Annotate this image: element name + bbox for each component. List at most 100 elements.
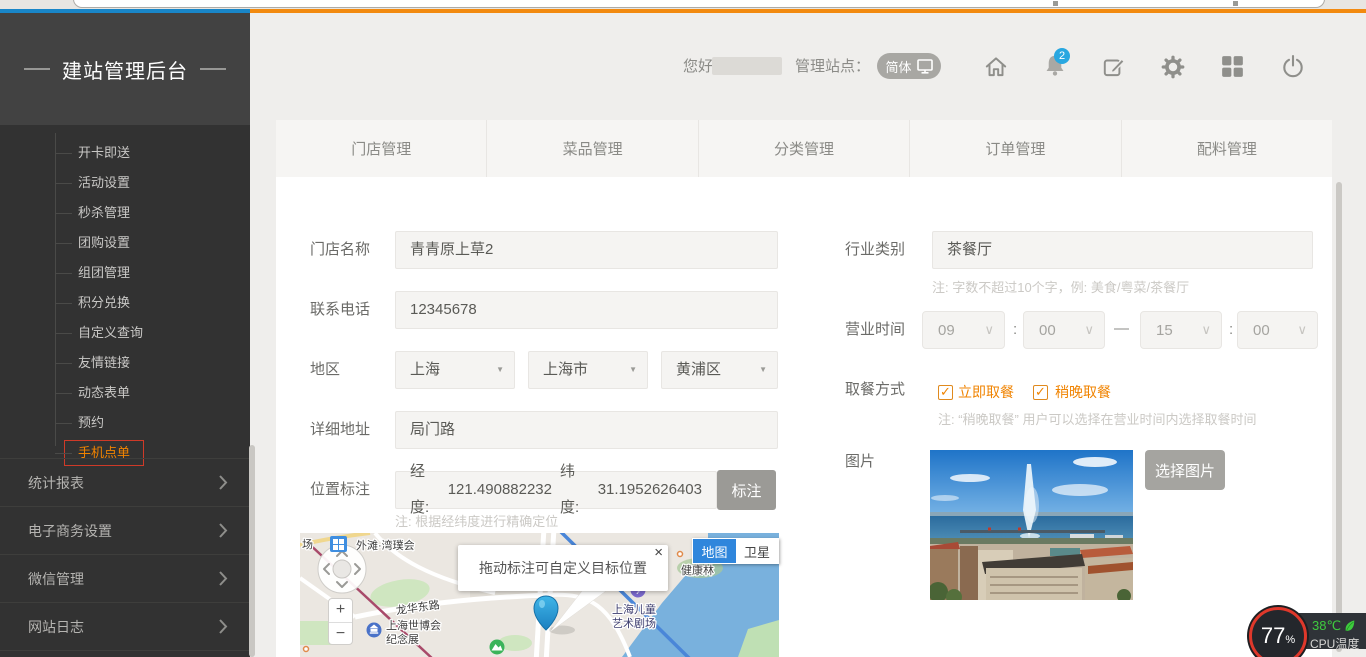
settings-gear-icon[interactable] bbox=[1160, 54, 1186, 80]
park-poi-icon bbox=[490, 640, 505, 655]
district-select[interactable]: 黄浦区▼ bbox=[661, 351, 778, 389]
language-pill-button[interactable]: 简体 bbox=[877, 53, 941, 79]
greeting-text: 您好 bbox=[683, 59, 713, 75]
location-label: 位置标注 bbox=[310, 482, 370, 498]
tab-order-management[interactable]: 订单管理 bbox=[909, 120, 1120, 177]
pickup-label: 取餐方式 bbox=[845, 382, 905, 398]
map-tooltip: 拖动标注可自定义目标位置 × bbox=[458, 545, 668, 591]
cpu-usage-gauge[interactable]: 77 % bbox=[1249, 607, 1307, 657]
map-grid-north-badge-icon bbox=[330, 536, 347, 552]
industry-label: 行业类别 bbox=[845, 242, 905, 258]
map-expo-label-2: 纪念展 bbox=[386, 632, 419, 646]
caret-down-icon: ▼ bbox=[759, 352, 767, 388]
pickup-now-checkbox[interactable]: ✓ bbox=[938, 385, 953, 400]
industry-note: 注: 字数不超过10个字，例: 美食/粤菜/茶餐厅 bbox=[932, 280, 1189, 295]
manage-site-label: 管理站点： bbox=[795, 59, 870, 75]
chevron-down-icon: ∨ bbox=[1201, 322, 1211, 338]
browser-address-bar[interactable] bbox=[73, 0, 1325, 8]
edit-icon[interactable] bbox=[1101, 54, 1127, 80]
sidebar-item-groupbuy[interactable]: 团购设置 bbox=[0, 228, 250, 258]
leaf-icon bbox=[1344, 619, 1356, 633]
apps-grid-icon[interactable] bbox=[1221, 55, 1247, 81]
sidebar-section-wechat[interactable]: 微信管理 bbox=[0, 554, 250, 602]
sidebar-section-statistics[interactable]: 统计报表 bbox=[0, 458, 250, 506]
choose-image-button[interactable]: 选择图片 bbox=[1145, 450, 1225, 490]
tooltip-close-icon[interactable]: × bbox=[654, 545, 663, 560]
address-input[interactable]: 局门路 bbox=[395, 411, 778, 449]
store-form-panel: 门店名称 青青原上草2 联系电话 12345678 地区 上海▼ 上海市▼ 黄浦… bbox=[276, 177, 1332, 657]
province-select[interactable]: 上海▼ bbox=[395, 351, 515, 389]
chevron-down-icon: ∨ bbox=[1084, 322, 1094, 338]
sidebar-item-points[interactable]: 积分兑换 bbox=[0, 288, 250, 318]
phone-input[interactable]: 12345678 bbox=[395, 291, 778, 329]
map-theater-label-2: 艺术剧场 bbox=[612, 616, 656, 630]
content-scrollbar[interactable] bbox=[1336, 182, 1342, 652]
power-logout-icon[interactable] bbox=[1280, 54, 1306, 80]
time-colon: : bbox=[1229, 322, 1233, 338]
browser-chrome-strip bbox=[0, 0, 1366, 9]
app-title: 建站管理后台 bbox=[62, 55, 188, 84]
notification-count-badge: 2 bbox=[1054, 48, 1070, 64]
tab-bar: 门店管理 菜品管理 分类管理 订单管理 配料管理 bbox=[276, 120, 1332, 177]
map-edge-label: 场 bbox=[302, 537, 313, 551]
map-health-label: 健康林 bbox=[681, 563, 714, 577]
title-dash-left bbox=[24, 68, 50, 70]
sidebar-item-custom-query[interactable]: 自定义查询 bbox=[0, 318, 250, 348]
sidebar-section-ecommerce[interactable]: 电子商务设置 bbox=[0, 506, 250, 554]
home-icon[interactable] bbox=[983, 54, 1009, 80]
end-hour-select[interactable]: 15∨ bbox=[1140, 311, 1222, 349]
map-type-toggle: 地图 卫星 bbox=[692, 538, 779, 564]
store-name-input[interactable]: 青青原上草2 bbox=[395, 231, 778, 269]
phone-label: 联系电话 bbox=[310, 302, 370, 318]
chevron-right-icon bbox=[219, 571, 228, 586]
sidebar-item-booking[interactable]: 预约 bbox=[0, 408, 250, 438]
start-minute-select[interactable]: 00∨ bbox=[1023, 311, 1105, 349]
sidebar-item-seckill[interactable]: 秒杀管理 bbox=[0, 198, 250, 228]
city-select[interactable]: 上海市▼ bbox=[528, 351, 648, 389]
pickup-now-label[interactable]: 立即取餐 bbox=[958, 383, 1014, 401]
region-label: 地区 bbox=[310, 362, 340, 378]
language-label: 简体 bbox=[885, 57, 911, 76]
start-hour-select[interactable]: 09∨ bbox=[922, 311, 1005, 349]
tab-category-management[interactable]: 分类管理 bbox=[698, 120, 909, 177]
map-expo-label-1: 上海世博会 bbox=[386, 618, 441, 632]
pickup-later-checkbox[interactable]: ✓ bbox=[1033, 385, 1048, 400]
browser-icon bbox=[1233, 1, 1238, 6]
latlng-field[interactable]: 经度: 121.490882232 纬度: 31.1952626403 bbox=[395, 471, 717, 509]
sidebar-item-groupmgr[interactable]: 组团管理 bbox=[0, 258, 250, 288]
location-note: 注: 根据经纬度进行精确定位 bbox=[395, 514, 558, 529]
zoom-in-button[interactable]: + bbox=[329, 599, 352, 622]
pickup-later-label[interactable]: 稍晚取餐 bbox=[1055, 383, 1111, 401]
sidebar-item-dynamic-form[interactable]: 动态表单 bbox=[0, 378, 250, 408]
browser-icon bbox=[1053, 1, 1058, 6]
map-mode-button[interactable]: 地图 bbox=[693, 539, 736, 563]
lng-value: 121.490882232 bbox=[448, 472, 552, 508]
store-name-label: 门店名称 bbox=[310, 242, 370, 258]
end-minute-select[interactable]: 00∨ bbox=[1237, 311, 1318, 349]
chevron-down-icon: ∨ bbox=[1297, 322, 1307, 338]
pickup-note: 注: “稍晚取餐” 用户可以选择在营业时间内选择取餐时间 bbox=[938, 412, 1257, 427]
notifications-bell-icon[interactable]: 2 bbox=[1042, 52, 1068, 78]
sidebar-section-site-logs[interactable]: 网站日志 bbox=[0, 602, 250, 650]
tab-ingredient-management[interactable]: 配料管理 bbox=[1121, 120, 1332, 177]
address-label: 详细地址 bbox=[310, 422, 370, 438]
tab-dish-management[interactable]: 菜品管理 bbox=[486, 120, 697, 177]
sidebar-scrollbar[interactable] bbox=[249, 445, 255, 657]
title-dash-right bbox=[200, 68, 226, 70]
chevron-right-icon bbox=[219, 523, 228, 538]
satellite-mode-button[interactable]: 卫星 bbox=[736, 539, 778, 563]
time-colon: : bbox=[1013, 322, 1017, 338]
screen: 建站管理后台 开卡即送 活动设置 秒杀管理 团购设置 组团管理 积分兑换 自定义… bbox=[0, 0, 1366, 657]
map-zoom-control: + − bbox=[328, 598, 353, 645]
store-photo-preview bbox=[930, 450, 1133, 600]
mark-location-button[interactable]: 标注 bbox=[717, 470, 776, 510]
tab-store-management[interactable]: 门店管理 bbox=[276, 120, 486, 177]
sidebar-item-card-gift[interactable]: 开卡即送 bbox=[0, 138, 250, 168]
sidebar-item-activity[interactable]: 活动设置 bbox=[0, 168, 250, 198]
chevron-down-icon: ∨ bbox=[984, 322, 994, 338]
industry-input[interactable]: 茶餐厅 bbox=[932, 231, 1313, 269]
zoom-out-button[interactable]: − bbox=[329, 622, 352, 645]
caret-down-icon: ▼ bbox=[629, 352, 637, 388]
chevron-right-icon bbox=[219, 475, 228, 490]
sidebar-item-links[interactable]: 友情链接 bbox=[0, 348, 250, 378]
